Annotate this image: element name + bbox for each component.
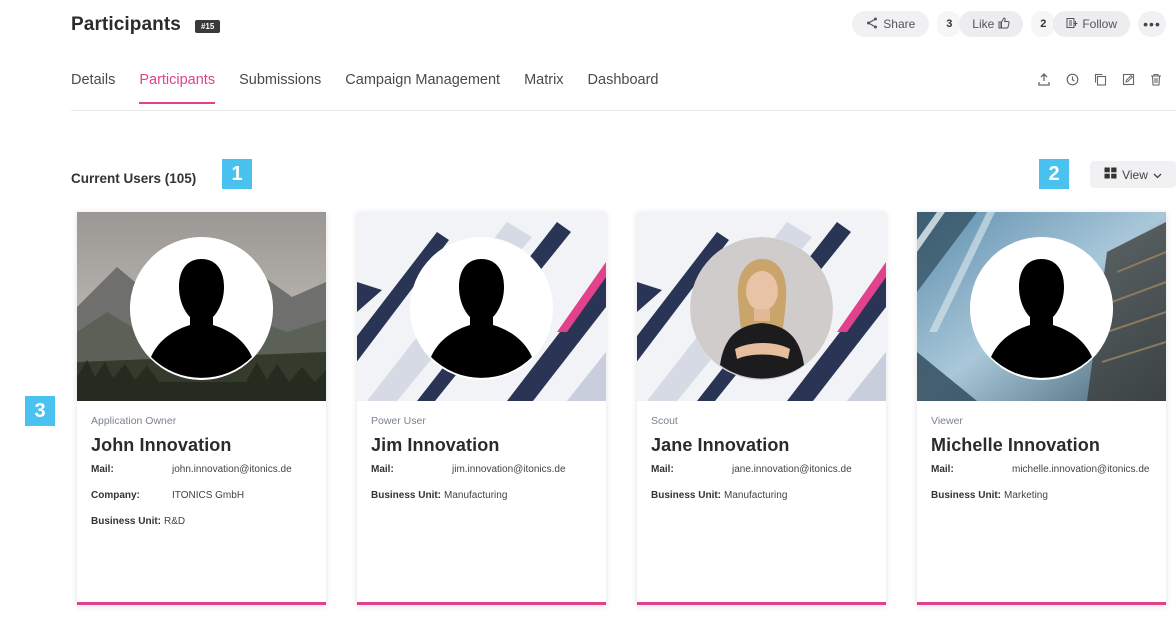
export-icon[interactable] <box>1036 73 1052 89</box>
page-title: Participants <box>71 14 181 35</box>
field-label: Mail: <box>931 464 954 475</box>
edit-icon[interactable] <box>1120 73 1136 89</box>
delete-icon[interactable] <box>1148 73 1164 89</box>
user-card[interactable]: Application Owner John Innovation Mail: … <box>77 212 326 605</box>
email-link[interactable]: jim.innovation@itonics.de <box>452 464 566 475</box>
card-cover-image <box>637 212 886 401</box>
email-link[interactable]: jane.innovation@itonics.de <box>732 464 852 475</box>
field-value: ITONICS GmbH <box>172 490 245 501</box>
business-unit-row: Business Unit: Marketing <box>931 490 1152 501</box>
field-value: Manufacturing <box>724 490 788 501</box>
callout-marker-2: 2 <box>1039 159 1069 189</box>
field-label: Business Unit: <box>91 516 162 527</box>
share-button[interactable]: Share <box>852 11 930 37</box>
grid-icon <box>1104 167 1117 182</box>
tab-participants[interactable]: Participants <box>139 72 216 104</box>
follow-icon <box>1066 17 1078 32</box>
field-label: Business Unit: <box>651 490 722 501</box>
company-row: Company: ITONICS GmbH <box>91 490 312 501</box>
user-role: Scout <box>651 415 678 427</box>
follow-group: 2 Follow <box>1031 11 1130 37</box>
history-icon[interactable] <box>1064 73 1080 89</box>
business-unit-row: Business Unit: Manufacturing <box>651 490 872 501</box>
field-label: Company: <box>91 490 140 501</box>
view-toggle-button[interactable]: View <box>1090 161 1176 188</box>
field-value: R&D <box>164 516 186 527</box>
field-label: Business Unit: <box>371 490 442 501</box>
chevron-down-icon <box>1153 168 1162 182</box>
user-name: Michelle Innovation <box>931 435 1100 455</box>
current-users-heading: Current Users (105) <box>71 171 197 186</box>
id-badge: #15 <box>194 19 221 33</box>
share-label: Share <box>883 17 916 31</box>
copy-icon[interactable] <box>1092 73 1108 89</box>
tab-divider <box>71 110 1176 111</box>
avatar-placeholder <box>130 237 273 380</box>
page-header: Participants #15 <box>71 14 221 36</box>
card-cover-image <box>357 212 606 401</box>
field-label: Business Unit: <box>931 490 1002 501</box>
user-role: Viewer <box>931 415 963 427</box>
like-group: 3 Like <box>937 11 1024 37</box>
follow-label: Follow <box>1082 17 1117 31</box>
user-card[interactable]: Scout Jane Innovation Mail: jane.innovat… <box>637 212 886 605</box>
toolbar <box>1036 73 1164 89</box>
mail-row: Mail: michelle.innovation@itonics.de <box>931 464 1152 475</box>
header-actions: Share 3 Like 2 Follow ••• <box>852 11 1166 37</box>
user-name: John Innovation <box>91 435 232 455</box>
user-card-grid: Application Owner John Innovation Mail: … <box>77 212 1166 605</box>
avatar-photo <box>690 237 833 380</box>
user-role: Power User <box>371 415 426 427</box>
tab-details[interactable]: Details <box>71 72 115 104</box>
follow-count: 2 <box>1031 11 1056 37</box>
follow-button[interactable]: Follow <box>1053 11 1130 37</box>
field-value: Marketing <box>1004 490 1048 501</box>
user-name: Jane Innovation <box>651 435 790 455</box>
card-cover-image <box>917 212 1166 401</box>
more-options-button[interactable]: ••• <box>1138 11 1166 37</box>
callout-marker-1: 1 <box>222 159 252 189</box>
like-label: Like <box>972 17 995 31</box>
user-card[interactable]: Viewer Michelle Innovation Mail: michell… <box>917 212 1166 605</box>
like-button[interactable]: Like <box>959 11 1024 37</box>
email-link[interactable]: john.innovation@itonics.de <box>172 464 292 475</box>
view-label: View <box>1122 167 1148 182</box>
avatar-placeholder <box>410 237 553 380</box>
tab-submissions[interactable]: Submissions <box>239 72 321 104</box>
mail-row: Mail: jane.innovation@itonics.de <box>651 464 872 475</box>
tab-bar: Details Participants Submissions Campaig… <box>71 72 658 104</box>
user-role: Application Owner <box>91 415 177 427</box>
share-icon <box>866 17 878 32</box>
tab-matrix[interactable]: Matrix <box>524 72 563 104</box>
tab-campaign-management[interactable]: Campaign Management <box>345 72 500 104</box>
business-unit-row: Business Unit: Manufacturing <box>371 490 592 501</box>
field-label: Mail: <box>91 464 114 475</box>
user-name: Jim Innovation <box>371 435 500 455</box>
field-label: Mail: <box>651 464 674 475</box>
user-card[interactable]: Power User Jim Innovation Mail: jim.inno… <box>357 212 606 605</box>
business-unit-row: Business Unit: R&D <box>91 516 312 527</box>
field-value: Manufacturing <box>444 490 508 501</box>
like-count: 3 <box>937 11 962 37</box>
mail-row: Mail: john.innovation@itonics.de <box>91 464 312 475</box>
field-label: Mail: <box>371 464 394 475</box>
avatar-placeholder <box>970 237 1113 380</box>
thumbs-up-icon <box>998 16 1010 32</box>
email-link[interactable]: michelle.innovation@itonics.de <box>1012 464 1149 475</box>
mail-row: Mail: jim.innovation@itonics.de <box>371 464 592 475</box>
card-cover-image <box>77 212 326 401</box>
tab-dashboard[interactable]: Dashboard <box>588 72 659 104</box>
callout-marker-3: 3 <box>25 396 55 426</box>
